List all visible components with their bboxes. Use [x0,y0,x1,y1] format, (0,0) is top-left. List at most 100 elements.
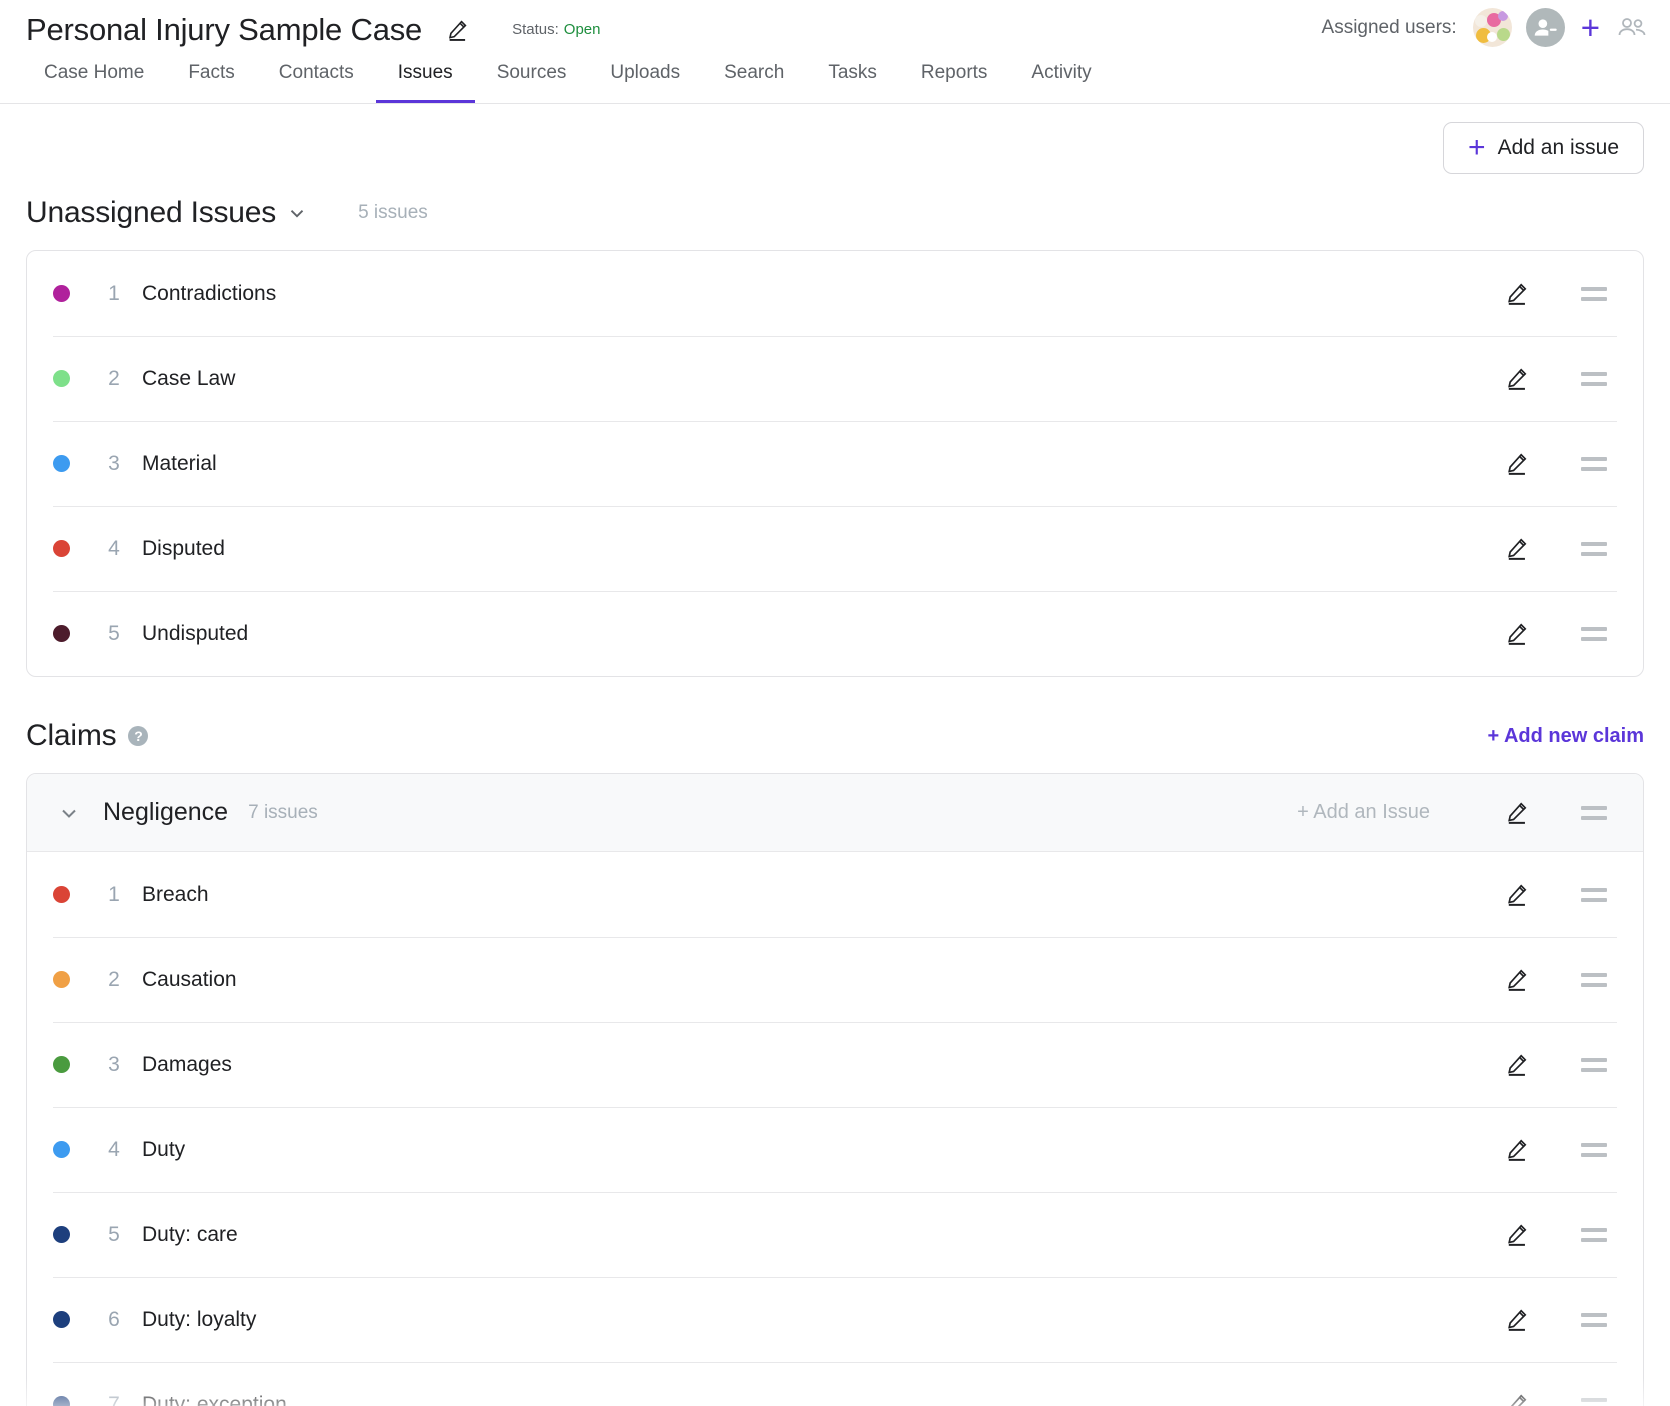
table-row[interactable]: 7Duty: exception [27,1362,1643,1406]
edit-issue-icon[interactable] [1504,1222,1529,1247]
tab-facts[interactable]: Facts [166,61,256,103]
person-add-icon[interactable] [1526,8,1565,47]
assigned-users: Assigned users: + [1322,8,1648,47]
table-row[interactable]: 3Damages [27,1022,1643,1107]
issue-color-dot [53,1311,70,1328]
claim-issues-list: 1Breach2Causation3Damages4Duty5Duty: car… [27,852,1643,1406]
issue-number: 7 [86,1393,142,1406]
issue-label: Damages [142,1053,1504,1077]
add-new-claim-button[interactable]: + Add new claim [1487,725,1644,748]
tab-contacts[interactable]: Contacts [257,61,376,103]
row-actions [1504,882,1643,907]
chevron-down-icon[interactable] [286,202,308,224]
row-actions [1504,1392,1643,1406]
claim-name: Negligence [103,798,228,827]
table-row[interactable]: 2Causation [27,937,1643,1022]
issue-label: Causation [142,968,1504,992]
avatar[interactable] [1473,8,1512,47]
table-row[interactable]: 6Duty: loyalty [27,1277,1643,1362]
edit-issue-icon[interactable] [1504,882,1529,907]
issue-color-dot [53,1141,70,1158]
edit-issue-icon[interactable] [1504,621,1529,646]
help-icon[interactable]: ? [128,726,148,746]
tab-reports[interactable]: Reports [899,61,1010,103]
tab-sources[interactable]: Sources [475,61,589,103]
claim-issue-count: 7 issues [248,802,318,824]
chevron-down-icon[interactable] [57,801,81,825]
unassigned-issues-header: Unassigned Issues 5 issues [26,196,1644,230]
edit-issue-icon[interactable] [1504,281,1529,306]
table-row[interactable]: 2Case Law [27,336,1643,421]
edit-title-icon[interactable] [444,17,470,43]
unassigned-issues-count: 5 issues [358,202,428,224]
issue-number: 6 [86,1308,142,1332]
add-an-issue-link[interactable]: + Add an Issue [1297,801,1430,824]
issue-label: Material [142,452,1504,476]
issue-color-dot [53,1056,70,1073]
status-label: Status: [512,10,559,50]
edit-issue-icon[interactable] [1504,1052,1529,1077]
table-row[interactable]: 5Undisputed [27,591,1643,676]
issue-number: 4 [86,537,142,561]
drag-handle-icon[interactable] [1581,973,1607,987]
tab-issues[interactable]: Issues [376,61,475,103]
issue-color-dot [53,455,70,472]
plus-icon: + [1468,138,1486,158]
tab-tasks[interactable]: Tasks [806,61,899,103]
tab-uploads[interactable]: Uploads [588,61,702,103]
issue-color-dot [53,971,70,988]
drag-handle-icon[interactable] [1581,627,1607,641]
issue-number: 2 [86,968,142,992]
issue-label: Duty: exception [142,1393,1504,1406]
row-actions [1504,536,1643,561]
drag-handle-icon[interactable] [1581,1143,1607,1157]
row-actions [1504,1137,1643,1162]
issue-number: 5 [86,622,142,646]
drag-handle-icon[interactable] [1581,287,1607,301]
table-row[interactable]: 5Duty: care [27,1192,1643,1277]
issue-color-dot [53,1226,70,1243]
tab-case-home[interactable]: Case Home [22,61,166,103]
add-assigned-user-button[interactable]: + [1579,15,1602,41]
drag-handle-icon[interactable] [1581,372,1607,386]
table-row[interactable]: 1Breach [27,852,1643,937]
table-row[interactable]: 4Disputed [27,506,1643,591]
issue-number: 3 [86,1053,142,1077]
edit-issue-icon[interactable] [1504,1392,1529,1406]
drag-handle-icon[interactable] [1581,1228,1607,1242]
edit-issue-icon[interactable] [1504,366,1529,391]
people-icon[interactable] [1616,15,1648,41]
drag-handle-icon[interactable] [1581,806,1607,820]
issue-label: Duty: care [142,1223,1504,1247]
tab-activity[interactable]: Activity [1009,61,1113,103]
drag-handle-icon[interactable] [1581,1313,1607,1327]
issue-label: Case Law [142,367,1504,391]
drag-handle-icon[interactable] [1581,1398,1607,1406]
edit-issue-icon[interactable] [1504,1137,1529,1162]
edit-issue-icon[interactable] [1504,1307,1529,1332]
row-actions [1504,281,1643,306]
row-actions [1504,1222,1643,1247]
issue-number: 4 [86,1138,142,1162]
table-row[interactable]: 3Material [27,421,1643,506]
drag-handle-icon[interactable] [1581,457,1607,471]
page-title: Personal Injury Sample Case [26,10,422,50]
claims-title-group: Claims ? [26,719,148,753]
drag-handle-icon[interactable] [1581,888,1607,902]
row-actions [1504,366,1643,391]
issue-color-dot [53,625,70,642]
issue-label: Duty [142,1138,1504,1162]
edit-issue-icon[interactable] [1504,967,1529,992]
add-issue-button[interactable]: + Add an issue [1443,122,1644,174]
table-row[interactable]: 1Contradictions [27,251,1643,336]
claim-header-actions: + Add an Issue [1297,800,1643,825]
drag-handle-icon[interactable] [1581,1058,1607,1072]
edit-issue-icon[interactable] [1504,451,1529,476]
table-row[interactable]: 4Duty [27,1107,1643,1192]
drag-handle-icon[interactable] [1581,542,1607,556]
issue-label: Contradictions [142,282,1504,306]
issue-color-dot [53,370,70,387]
tab-search[interactable]: Search [702,61,806,103]
edit-issue-icon[interactable] [1504,536,1529,561]
edit-claim-icon[interactable] [1504,800,1529,825]
